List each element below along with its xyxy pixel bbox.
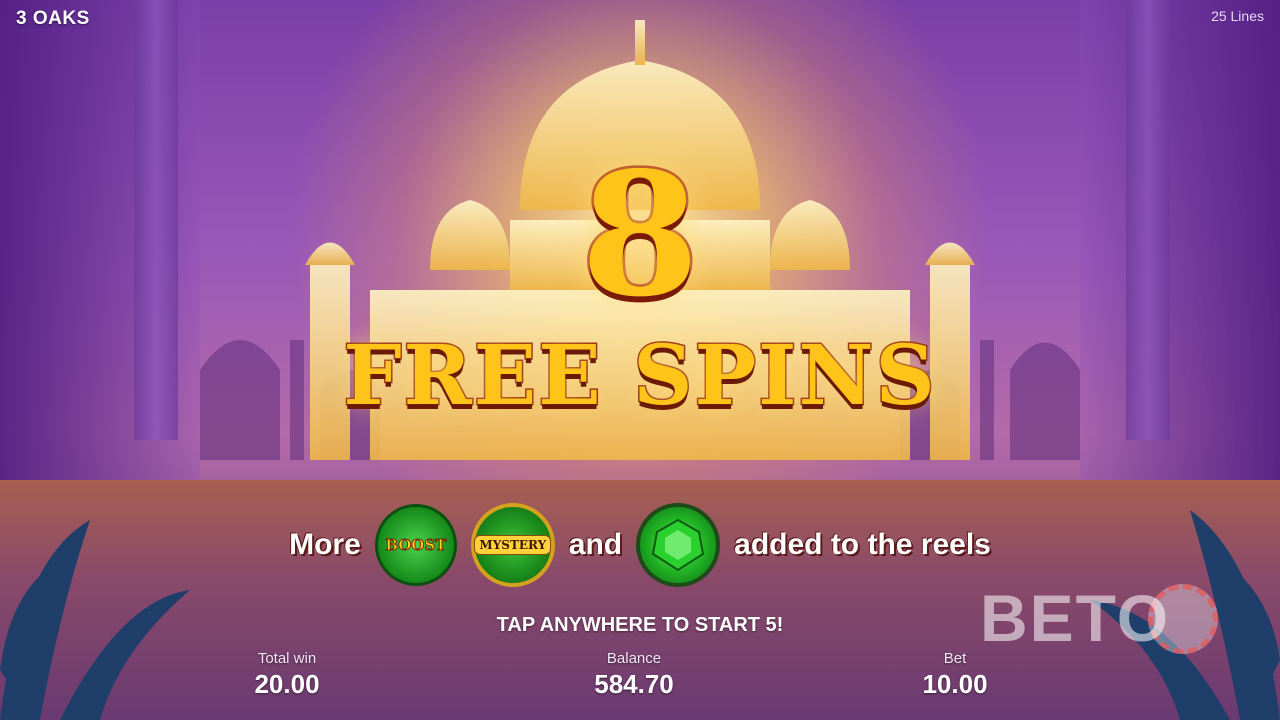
left-pillar bbox=[134, 0, 178, 440]
bet-value: 10.00 bbox=[922, 669, 988, 699]
total-win-display: Total win 20.00 bbox=[254, 650, 319, 700]
boost-symbol-icon: BOOST bbox=[374, 504, 457, 586]
feature-conjunction: and bbox=[568, 528, 623, 561]
total-win-value: 20.00 bbox=[254, 669, 320, 699]
feature-suffix: added to the reels bbox=[734, 528, 991, 561]
bet-display: Bet 10.00 bbox=[922, 650, 987, 700]
feature-description: More BOOST MYSTERY and added to the reel… bbox=[0, 503, 1280, 587]
paylines-indicator: 25 Lines bbox=[1211, 8, 1264, 24]
total-win-label: Total win bbox=[257, 650, 317, 667]
game-scene[interactable]: 3 OAKS 25 Lines 8 FREE SPINS More BOOST … bbox=[0, 0, 1280, 720]
free-spins-title: FREE SPINS bbox=[342, 328, 937, 424]
balance-label: Balance bbox=[606, 650, 662, 667]
free-spins-count: 8 bbox=[578, 135, 701, 335]
boost-symbol-label: BOOST bbox=[385, 536, 447, 555]
mystery-symbol-label: MYSTERY bbox=[474, 535, 552, 555]
right-pillar bbox=[1126, 0, 1170, 440]
bet-label: Bet bbox=[943, 650, 967, 667]
provider-logo: 3 OAKS bbox=[16, 8, 90, 29]
emerald-gem-icon bbox=[636, 503, 721, 587]
balance-value: 584.70 bbox=[594, 669, 674, 699]
watermark-logo: BETO bbox=[980, 581, 1171, 655]
feature-prefix: More bbox=[289, 528, 361, 561]
mystery-symbol-icon: MYSTERY bbox=[470, 503, 555, 587]
balance-display: Balance 584.70 bbox=[594, 650, 674, 700]
